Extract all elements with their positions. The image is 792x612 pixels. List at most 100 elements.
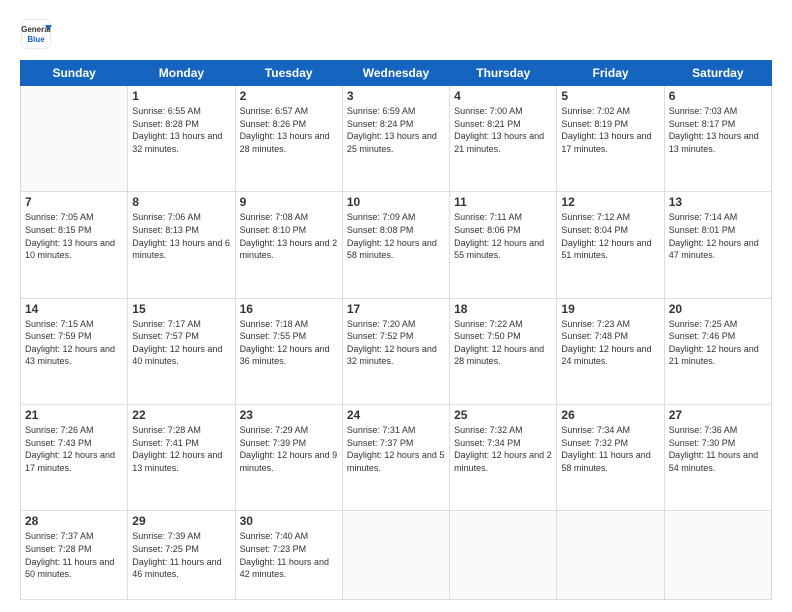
calendar-cell: 23 Sunrise: 7:29 AM Sunset: 7:39 PM Dayli… — [235, 404, 342, 510]
calendar-cell: 14 Sunrise: 7:15 AM Sunset: 7:59 PM Dayli… — [21, 298, 128, 404]
calendar-cell: 18 Sunrise: 7:22 AM Sunset: 7:50 PM Dayli… — [450, 298, 557, 404]
day-number: 27 — [669, 408, 767, 422]
calendar-cell: 27 Sunrise: 7:36 AM Sunset: 7:30 PM Dayli… — [664, 404, 771, 510]
day-number: 12 — [561, 195, 659, 209]
day-number: 17 — [347, 302, 445, 316]
calendar-cell — [342, 511, 449, 600]
calendar-cell: 8Sunrise: 7:06 AM Sunset: 8:13 PM Daylig… — [128, 192, 235, 298]
cell-info: Sunrise: 7:02 AM Sunset: 8:19 PM Dayligh… — [561, 105, 659, 155]
cell-info: Sunrise: 7:08 AM Sunset: 8:10 PM Dayligh… — [240, 211, 338, 261]
calendar-cell: 26Sunrise: 7:34 AM Sunset: 7:32 PM Dayli… — [557, 404, 664, 510]
calendar-table: SundayMondayTuesdayWednesdayThursdayFrid… — [20, 60, 772, 600]
cell-info: Sunrise: 7:14 AM Sunset: 8:01 PM Dayligh… — [669, 211, 767, 261]
calendar-cell: 15 Sunrise: 7:17 AM Sunset: 7:57 PM Dayli… — [128, 298, 235, 404]
calendar-week-0: 1 Sunrise: 6:55 AM Sunset: 8:28 PM Daylig… — [21, 86, 772, 192]
day-header-thursday: Thursday — [450, 61, 557, 86]
day-number: 21 — [25, 408, 123, 422]
day-header-monday: Monday — [128, 61, 235, 86]
day-number: 4 — [454, 89, 552, 103]
day-number: 25 — [454, 408, 552, 422]
day-number: 22 — [132, 408, 230, 422]
calendar-cell: 2 Sunrise: 6:57 AM Sunset: 8:26 PM Daylig… — [235, 86, 342, 192]
calendar-cell: 7 Sunrise: 7:05 AM Sunset: 8:15 PM Daylig… — [21, 192, 128, 298]
cell-info: Sunrise: 7:12 AM Sunset: 8:04 PM Dayligh… — [561, 211, 659, 261]
cell-info: Sunrise: 7:31 AM Sunset: 7:37 PM Dayligh… — [347, 424, 445, 474]
cell-info: Sunrise: 7:09 AM Sunset: 8:08 PM Dayligh… — [347, 211, 445, 261]
calendar-cell: 6 Sunrise: 7:03 AM Sunset: 8:17 PM Daylig… — [664, 86, 771, 192]
page: General Blue SundayMondayTuesdayWednesda… — [0, 0, 792, 612]
header: General Blue — [20, 18, 772, 50]
calendar-cell: 22Sunrise: 7:28 AM Sunset: 7:41 PM Dayli… — [128, 404, 235, 510]
calendar-week-2: 14 Sunrise: 7:15 AM Sunset: 7:59 PM Dayli… — [21, 298, 772, 404]
day-number: 15 — [132, 302, 230, 316]
day-number: 16 — [240, 302, 338, 316]
cell-info: Sunrise: 7:37 AM Sunset: 7:28 PM Dayligh… — [25, 530, 123, 580]
day-number: 28 — [25, 514, 123, 528]
day-number: 19 — [561, 302, 659, 316]
day-number: 10 — [347, 195, 445, 209]
cell-info: Sunrise: 7:32 AM Sunset: 7:34 PM Dayligh… — [454, 424, 552, 474]
day-header-friday: Friday — [557, 61, 664, 86]
calendar-cell: 11 Sunrise: 7:11 AM Sunset: 8:06 PM Dayli… — [450, 192, 557, 298]
cell-info: Sunrise: 7:23 AM Sunset: 7:48 PM Dayligh… — [561, 318, 659, 368]
cell-info: Sunrise: 7:29 AM Sunset: 7:39 PM Dayligh… — [240, 424, 338, 474]
day-number: 7 — [25, 195, 123, 209]
calendar-cell: 28 Sunrise: 7:37 AM Sunset: 7:28 PM Dayli… — [21, 511, 128, 600]
day-number: 8 — [132, 195, 230, 209]
cell-info: Sunrise: 7:18 AM Sunset: 7:55 PM Dayligh… — [240, 318, 338, 368]
cell-info: Sunrise: 7:03 AM Sunset: 8:17 PM Dayligh… — [669, 105, 767, 155]
calendar-cell — [21, 86, 128, 192]
day-number: 29 — [132, 514, 230, 528]
calendar-cell: 21Sunrise: 7:26 AM Sunset: 7:43 PM Dayli… — [21, 404, 128, 510]
calendar-cell: 1 Sunrise: 6:55 AM Sunset: 8:28 PM Daylig… — [128, 86, 235, 192]
cell-info: Sunrise: 6:59 AM Sunset: 8:24 PM Dayligh… — [347, 105, 445, 155]
calendar-cell: 25 Sunrise: 7:32 AM Sunset: 7:34 PM Dayli… — [450, 404, 557, 510]
cell-info: Sunrise: 7:40 AM Sunset: 7:23 PM Dayligh… — [240, 530, 338, 580]
cell-info: Sunrise: 7:36 AM Sunset: 7:30 PM Dayligh… — [669, 424, 767, 474]
day-header-wednesday: Wednesday — [342, 61, 449, 86]
calendar-cell: 10 Sunrise: 7:09 AM Sunset: 8:08 PM Dayli… — [342, 192, 449, 298]
calendar-cell: 16 Sunrise: 7:18 AM Sunset: 7:55 PM Dayli… — [235, 298, 342, 404]
day-number: 20 — [669, 302, 767, 316]
cell-info: Sunrise: 6:57 AM Sunset: 8:26 PM Dayligh… — [240, 105, 338, 155]
day-number: 6 — [669, 89, 767, 103]
day-number: 13 — [669, 195, 767, 209]
calendar-cell: 17 Sunrise: 7:20 AM Sunset: 7:52 PM Dayli… — [342, 298, 449, 404]
cell-info: Sunrise: 7:11 AM Sunset: 8:06 PM Dayligh… — [454, 211, 552, 261]
calendar-cell: 19 Sunrise: 7:23 AM Sunset: 7:48 PM Dayli… — [557, 298, 664, 404]
logo-icon: General Blue — [20, 18, 52, 50]
day-number: 2 — [240, 89, 338, 103]
calendar-cell: 12 Sunrise: 7:12 AM Sunset: 8:04 PM Dayli… — [557, 192, 664, 298]
calendar-week-4: 28 Sunrise: 7:37 AM Sunset: 7:28 PM Dayli… — [21, 511, 772, 600]
day-number: 18 — [454, 302, 552, 316]
day-number: 9 — [240, 195, 338, 209]
day-header-sunday: Sunday — [21, 61, 128, 86]
calendar-cell: 5 Sunrise: 7:02 AM Sunset: 8:19 PM Daylig… — [557, 86, 664, 192]
calendar-cell: 4 Sunrise: 7:00 AM Sunset: 8:21 PM Daylig… — [450, 86, 557, 192]
calendar-cell: 30Sunrise: 7:40 AM Sunset: 7:23 PM Dayli… — [235, 511, 342, 600]
day-number: 14 — [25, 302, 123, 316]
cell-info: Sunrise: 7:05 AM Sunset: 8:15 PM Dayligh… — [25, 211, 123, 261]
logo: General Blue — [20, 18, 52, 50]
calendar-cell: 20 Sunrise: 7:25 AM Sunset: 7:46 PM Dayli… — [664, 298, 771, 404]
calendar-week-1: 7 Sunrise: 7:05 AM Sunset: 8:15 PM Daylig… — [21, 192, 772, 298]
day-header-tuesday: Tuesday — [235, 61, 342, 86]
cell-info: Sunrise: 7:00 AM Sunset: 8:21 PM Dayligh… — [454, 105, 552, 155]
cell-info: Sunrise: 7:25 AM Sunset: 7:46 PM Dayligh… — [669, 318, 767, 368]
calendar-cell: 24 Sunrise: 7:31 AM Sunset: 7:37 PM Dayli… — [342, 404, 449, 510]
day-number: 23 — [240, 408, 338, 422]
calendar-cell — [557, 511, 664, 600]
day-header-saturday: Saturday — [664, 61, 771, 86]
day-number: 24 — [347, 408, 445, 422]
day-number: 11 — [454, 195, 552, 209]
cell-info: Sunrise: 7:22 AM Sunset: 7:50 PM Dayligh… — [454, 318, 552, 368]
day-number: 1 — [132, 89, 230, 103]
cell-info: Sunrise: 7:17 AM Sunset: 7:57 PM Dayligh… — [132, 318, 230, 368]
day-number: 5 — [561, 89, 659, 103]
cell-info: Sunrise: 7:15 AM Sunset: 7:59 PM Dayligh… — [25, 318, 123, 368]
cell-info: Sunrise: 7:20 AM Sunset: 7:52 PM Dayligh… — [347, 318, 445, 368]
calendar-cell: 29 Sunrise: 7:39 AM Sunset: 7:25 PM Dayli… — [128, 511, 235, 600]
cell-info: Sunrise: 6:55 AM Sunset: 8:28 PM Dayligh… — [132, 105, 230, 155]
cell-info: Sunrise: 7:39 AM Sunset: 7:25 PM Dayligh… — [132, 530, 230, 580]
calendar-cell: 13 Sunrise: 7:14 AM Sunset: 8:01 PM Dayli… — [664, 192, 771, 298]
